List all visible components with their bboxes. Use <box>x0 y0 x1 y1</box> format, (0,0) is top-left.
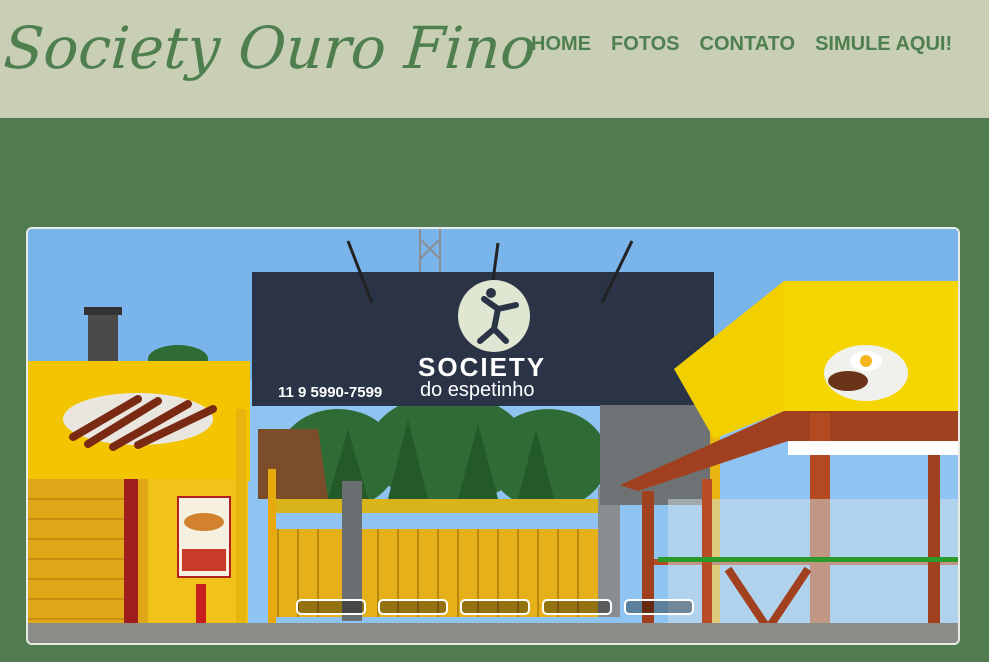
nav-fotos-link[interactable]: FOTOS <box>611 31 680 57</box>
slide-indicator-3[interactable] <box>460 599 530 615</box>
site-header: Society Ouro Fino HOME FOTOS CONTATO SIM… <box>0 0 989 118</box>
brand-logo-text[interactable]: Society Ouro Fino <box>1 8 538 88</box>
nav-home-link[interactable]: HOME <box>531 31 591 57</box>
photo-slider[interactable]: SOCIETY do espetinho 11 9 5990-7599 <box>26 227 960 645</box>
slide-indicator-1[interactable] <box>296 599 366 615</box>
nav-contato-link[interactable]: CONTATO <box>700 31 796 57</box>
sign-subtitle: do espetinho <box>420 379 535 401</box>
storefront-photo <box>28 229 958 643</box>
slide-indicator-4[interactable] <box>542 599 612 615</box>
slide-indicator-2[interactable] <box>378 599 448 615</box>
nav-simule-link[interactable]: SIMULE AQUI! <box>815 31 952 57</box>
main-nav: HOME FOTOS CONTATO SIMULE AQUI! <box>531 31 952 57</box>
slider-indicators <box>296 599 694 615</box>
sign-phone: 11 9 5990-7599 <box>278 384 383 401</box>
slide-photo: SOCIETY do espetinho 11 9 5990-7599 <box>28 229 958 643</box>
slide-indicator-5[interactable] <box>624 599 694 615</box>
